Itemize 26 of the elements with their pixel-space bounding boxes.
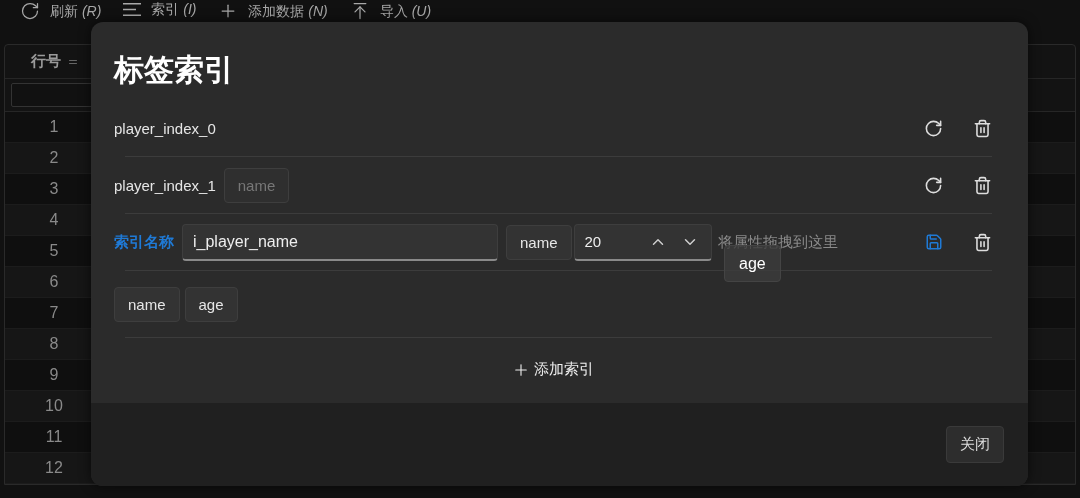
toolbar-button[interactable]: 导入 (U)	[349, 1, 432, 21]
field-label: 索引名称	[114, 232, 174, 252]
index-name: player_index_0	[114, 119, 216, 137]
save-button[interactable]	[925, 233, 943, 251]
refresh-icon	[20, 1, 40, 21]
index-name: player_index_1	[114, 176, 216, 194]
field-tag[interactable]: age	[184, 286, 238, 322]
add-index-button[interactable]: 添加索引	[512, 360, 594, 379]
dragged-field-tag[interactable]: age	[724, 245, 781, 282]
delete-button[interactable]	[973, 175, 992, 195]
toolbar-button[interactable]: 添加数据 (N)	[218, 1, 328, 21]
delete-button[interactable]	[973, 232, 992, 252]
toolbar-button[interactable]: 刷新 (R)	[20, 1, 102, 21]
index-name-field[interactable]: i_player_name	[182, 223, 498, 261]
length-spinner[interactable]: 20	[573, 223, 712, 261]
toolbar-button[interactable]: 索引 (I)	[123, 1, 197, 18]
refresh-button[interactable]	[924, 175, 943, 195]
close-button[interactable]: 关闭	[946, 426, 1004, 463]
dialog-title: 标签索引	[114, 52, 235, 88]
refresh-button[interactable]	[924, 118, 943, 138]
field-tag[interactable]: name	[506, 224, 572, 260]
field-tag[interactable]: name	[114, 286, 180, 322]
menu-icon	[123, 3, 142, 16]
delete-button[interactable]	[973, 118, 992, 138]
field-tag: name	[223, 167, 290, 203]
column-header: 行号	[30, 52, 61, 71]
